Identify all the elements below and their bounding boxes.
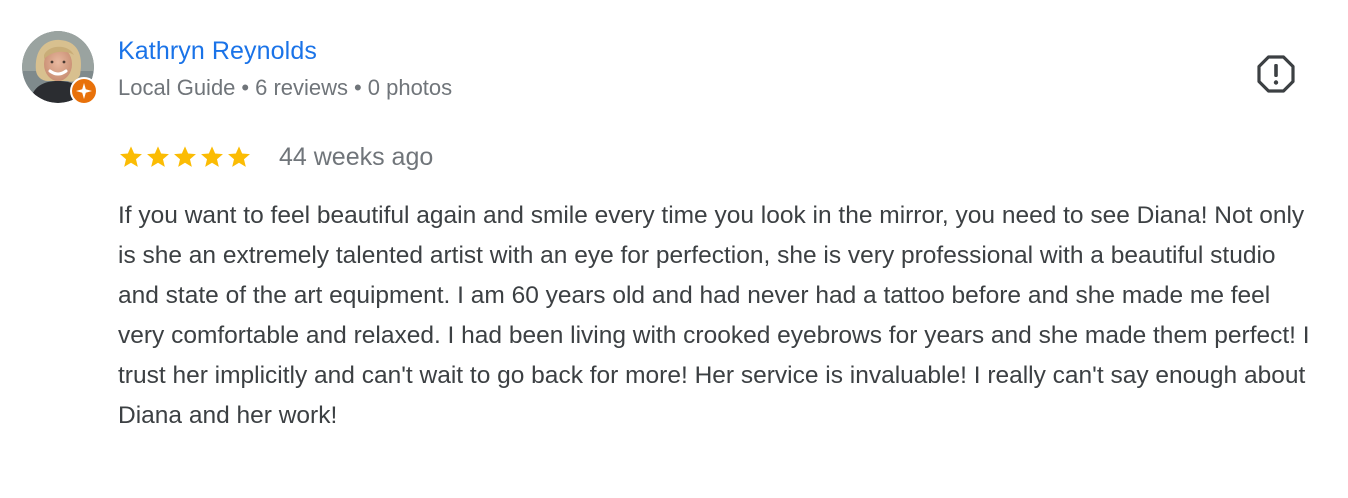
star-icon — [228, 146, 250, 167]
review-card: Kathryn Reynolds Local Guide • 6 reviews • 0… — [0, 0, 1348, 498]
meta-separator: • — [241, 75, 250, 100]
reviewer-avatar[interactable] — [22, 31, 98, 105]
local-guide-badge-icon — [70, 77, 98, 105]
report-flag-icon — [1257, 55, 1295, 93]
report-review-button[interactable] — [1253, 51, 1299, 97]
meta-separator: • — [354, 75, 362, 100]
star-icon — [120, 146, 142, 167]
star-icon — [147, 146, 169, 167]
review-text: If you want to feel beautiful again and … — [118, 202, 1310, 429]
star-icon — [174, 146, 196, 167]
reviewer-meta: Local Guide • 6 reviews • 0 photos — [118, 73, 452, 103]
reviewer-name-link[interactable]: Kathryn Reynolds — [118, 35, 317, 67]
review-date: 44 weeks ago — [279, 143, 434, 171]
rating-row: 44 weeks ago — [118, 140, 433, 174]
star-icon — [201, 146, 223, 167]
local-guide-label: Local Guide — [118, 75, 236, 100]
photo-count: 0 photos — [367, 75, 453, 100]
review-count: 6 reviews — [255, 75, 349, 100]
star-rating — [118, 144, 252, 170]
